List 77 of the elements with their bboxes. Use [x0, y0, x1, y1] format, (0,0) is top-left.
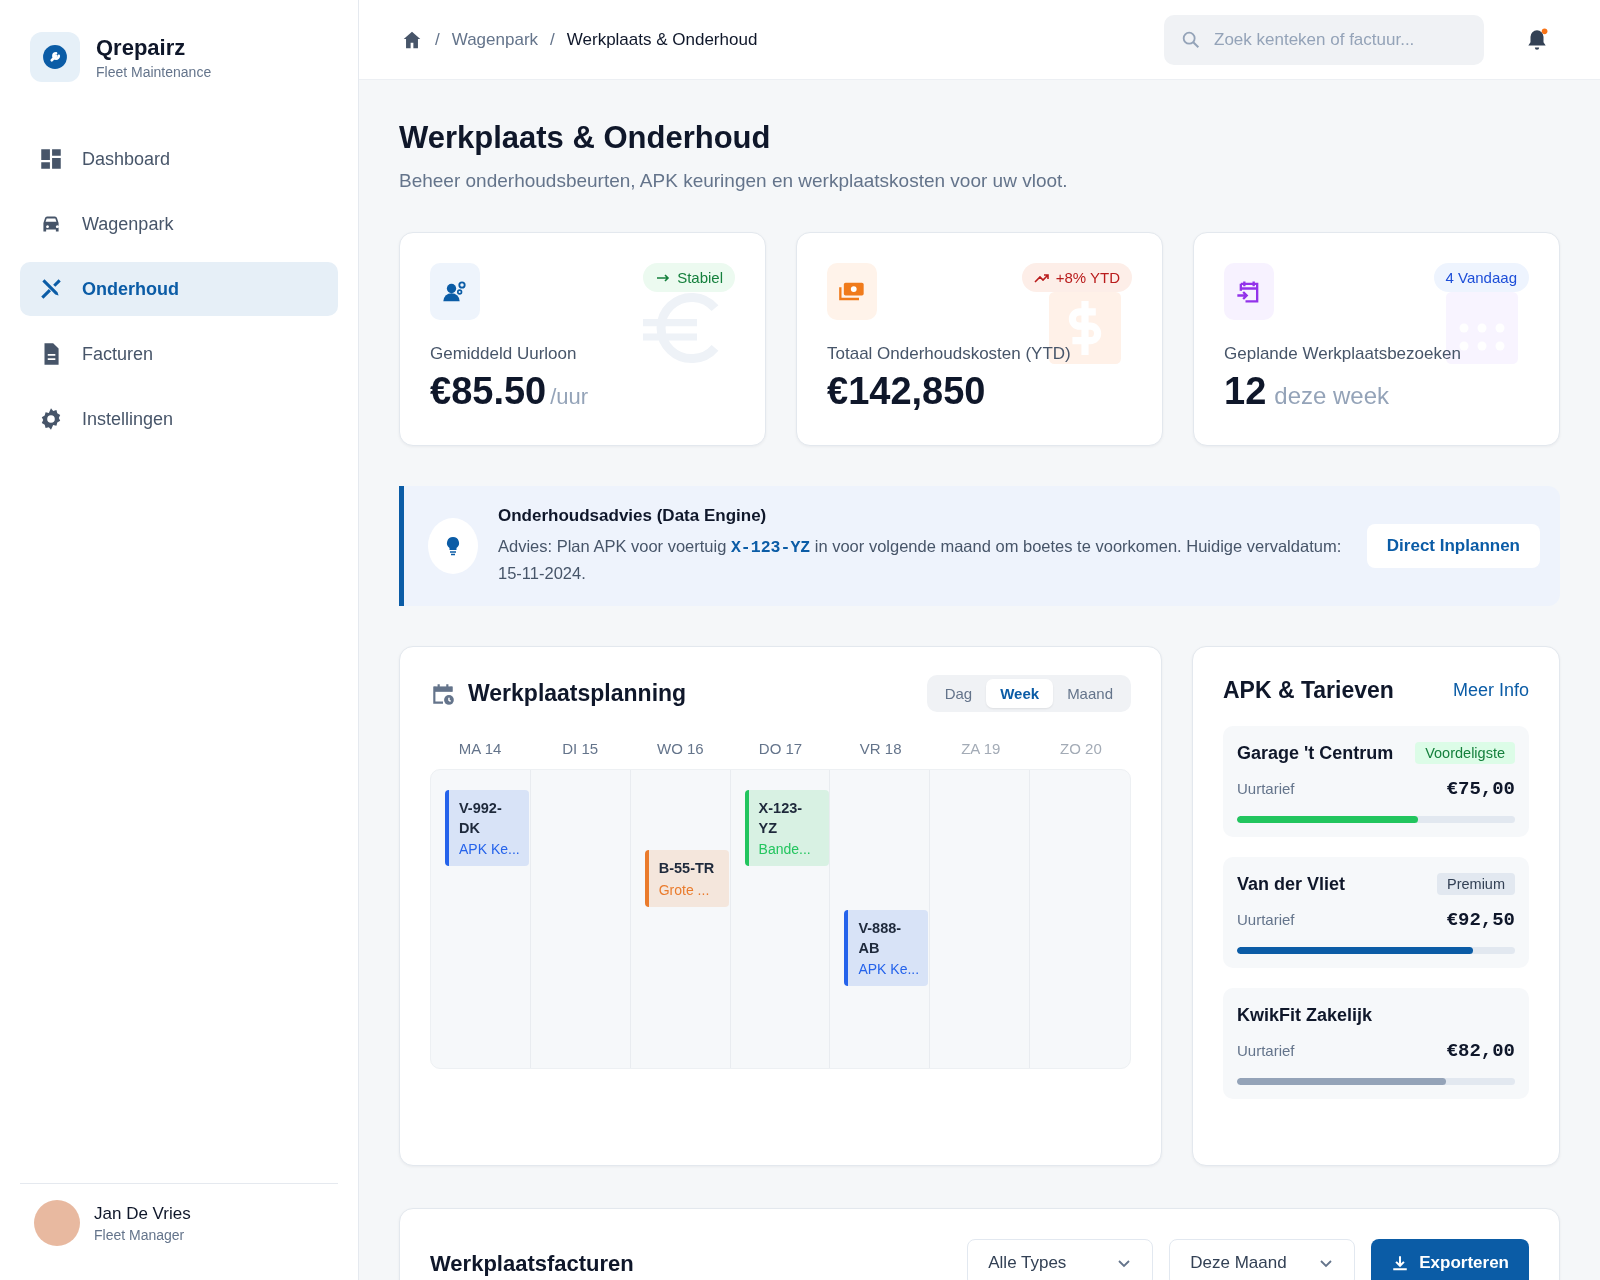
trend-badge: 4 Vandaag [1433, 263, 1529, 292]
page-subtitle: Beheer onderhoudsbeurten, APK keuringen en werkplaatskosten voor uw vloot. [399, 170, 1069, 192]
rate-label: Uurtarief [1237, 780, 1295, 798]
day-label: WO 16 [656, 740, 705, 758]
stat-unit: /uur [550, 384, 589, 410]
day-label: MA 14 [457, 740, 503, 758]
day-label: DI 15 [561, 740, 600, 758]
schedule-button[interactable]: Direct Inplannen [1366, 524, 1540, 569]
search-field[interactable]: Zoek kenteken of factuur... [1164, 14, 1484, 65]
calendar-event[interactable]: B-55-TR Grote ... [644, 850, 729, 907]
day-label: DO 17 [757, 740, 804, 758]
stat-value: 12 [1224, 370, 1267, 413]
garage-name: KwikFit Zakelijk [1237, 1004, 1373, 1026]
filter-dropdown[interactable]: Deze Maand [1169, 1239, 1356, 1280]
advice-text: Advies: Plan APK voor voertuig X-123-YZ in voor volgende maand om boetes te voorkomen. Huidige vervaldatum: 15-11-2024. [498, 536, 1343, 584]
filter-dropdown[interactable]: Alle Types [967, 1239, 1154, 1280]
rate-price: €92,50 [1446, 909, 1515, 932]
page-title: Werkplaats & Onderhoud [399, 120, 772, 156]
stat-unit: deze week [1274, 382, 1390, 410]
sidebar-item[interactable]: Instellingen [20, 392, 338, 446]
stat-label: Gemiddeld Uurloon [430, 344, 578, 364]
more-info-link[interactable]: Meer Info [1452, 680, 1529, 702]
sidebar-item[interactable]: Wagenpark [20, 197, 338, 251]
dashboard-icon [38, 146, 64, 172]
trend-badge: Stabiel [643, 263, 735, 292]
event-task: APK Ke... [858, 961, 919, 978]
sidebar-item[interactable]: Onderhoud [20, 262, 338, 316]
trend-badge: +8% YTD [1021, 263, 1132, 292]
brand-subtitle: Fleet Maintenance [96, 63, 212, 80]
download-icon [1391, 1254, 1410, 1273]
breadcrumb-separator: / [550, 29, 555, 50]
calendar-event[interactable]: V-888-AB APK Ke... [844, 910, 929, 987]
day-label: VR 18 [858, 740, 903, 758]
garage-badge: Premium [1437, 873, 1515, 896]
event-plate: B-55-TR [658, 859, 716, 879]
view-tab[interactable]: Week [986, 679, 1054, 709]
day-label: ZO 20 [1059, 740, 1103, 758]
rate-label: Uurtarief [1237, 911, 1295, 929]
event-task: APK Ke... [459, 841, 519, 858]
breadcrumb-link[interactable]: Werkplaats & Onderhoud [566, 29, 758, 50]
calendar-icon [1224, 263, 1274, 320]
event-plate: V-992-DK [459, 799, 503, 838]
stat-label: Totaal Onderhoudskosten (YTD) [827, 344, 1072, 364]
rate-price: €75,00 [1446, 778, 1515, 801]
stat-label: Geplande Werkplaatsbezoeken [1224, 344, 1462, 364]
stat-value: €85.50 [430, 370, 547, 413]
stat-value: €142,850 [827, 370, 986, 413]
day-label: ZA 19 [960, 740, 1002, 758]
garage-name: Garage 't Centrum [1237, 742, 1394, 764]
sidebar-item[interactable]: Facturen [20, 327, 338, 381]
event-task: Grote ... [658, 881, 711, 898]
breadcrumb-separator: / [435, 29, 440, 50]
view-tab[interactable]: Dag [930, 679, 987, 709]
event-plate: V-888-AB [858, 919, 903, 958]
advice-title: Onderhoudsadvies (Data Engine) [498, 506, 768, 526]
planning-title: Werkplaatsplanning [468, 680, 688, 708]
invoices-title: Werkplaatsfacturen [430, 1251, 634, 1278]
breadcrumb-link[interactable]: Wagenpark [451, 29, 539, 50]
rate-price: €82,00 [1446, 1040, 1515, 1063]
export-button[interactable]: Exporteren [1371, 1239, 1529, 1280]
calendar-event[interactable]: V-992-DK APK Ke... [445, 790, 529, 867]
garage-badge: Voordeligste [1415, 742, 1515, 765]
user-role: Fleet Manager [94, 1226, 186, 1243]
garage-name: Van der Vliet [1237, 873, 1346, 895]
event-plate: X-123-YZ [758, 799, 804, 838]
calendar-event[interactable]: X-123-YZ Bande... [744, 790, 829, 867]
event-task: Bande... [758, 841, 812, 858]
rate-label: Uurtarief [1237, 1042, 1295, 1060]
brand-name: Qrepairz [96, 34, 187, 61]
mechanic-icon [430, 263, 480, 320]
avatar [34, 1200, 80, 1246]
logo-icon [30, 32, 80, 82]
rates-title: APK & Tarieven [1223, 677, 1395, 705]
view-tab[interactable]: Maand [1053, 679, 1127, 709]
money-icon [827, 263, 877, 320]
user-name: Jan De Vries [94, 1203, 191, 1224]
sidebar-item[interactable]: Dashboard [20, 132, 338, 186]
